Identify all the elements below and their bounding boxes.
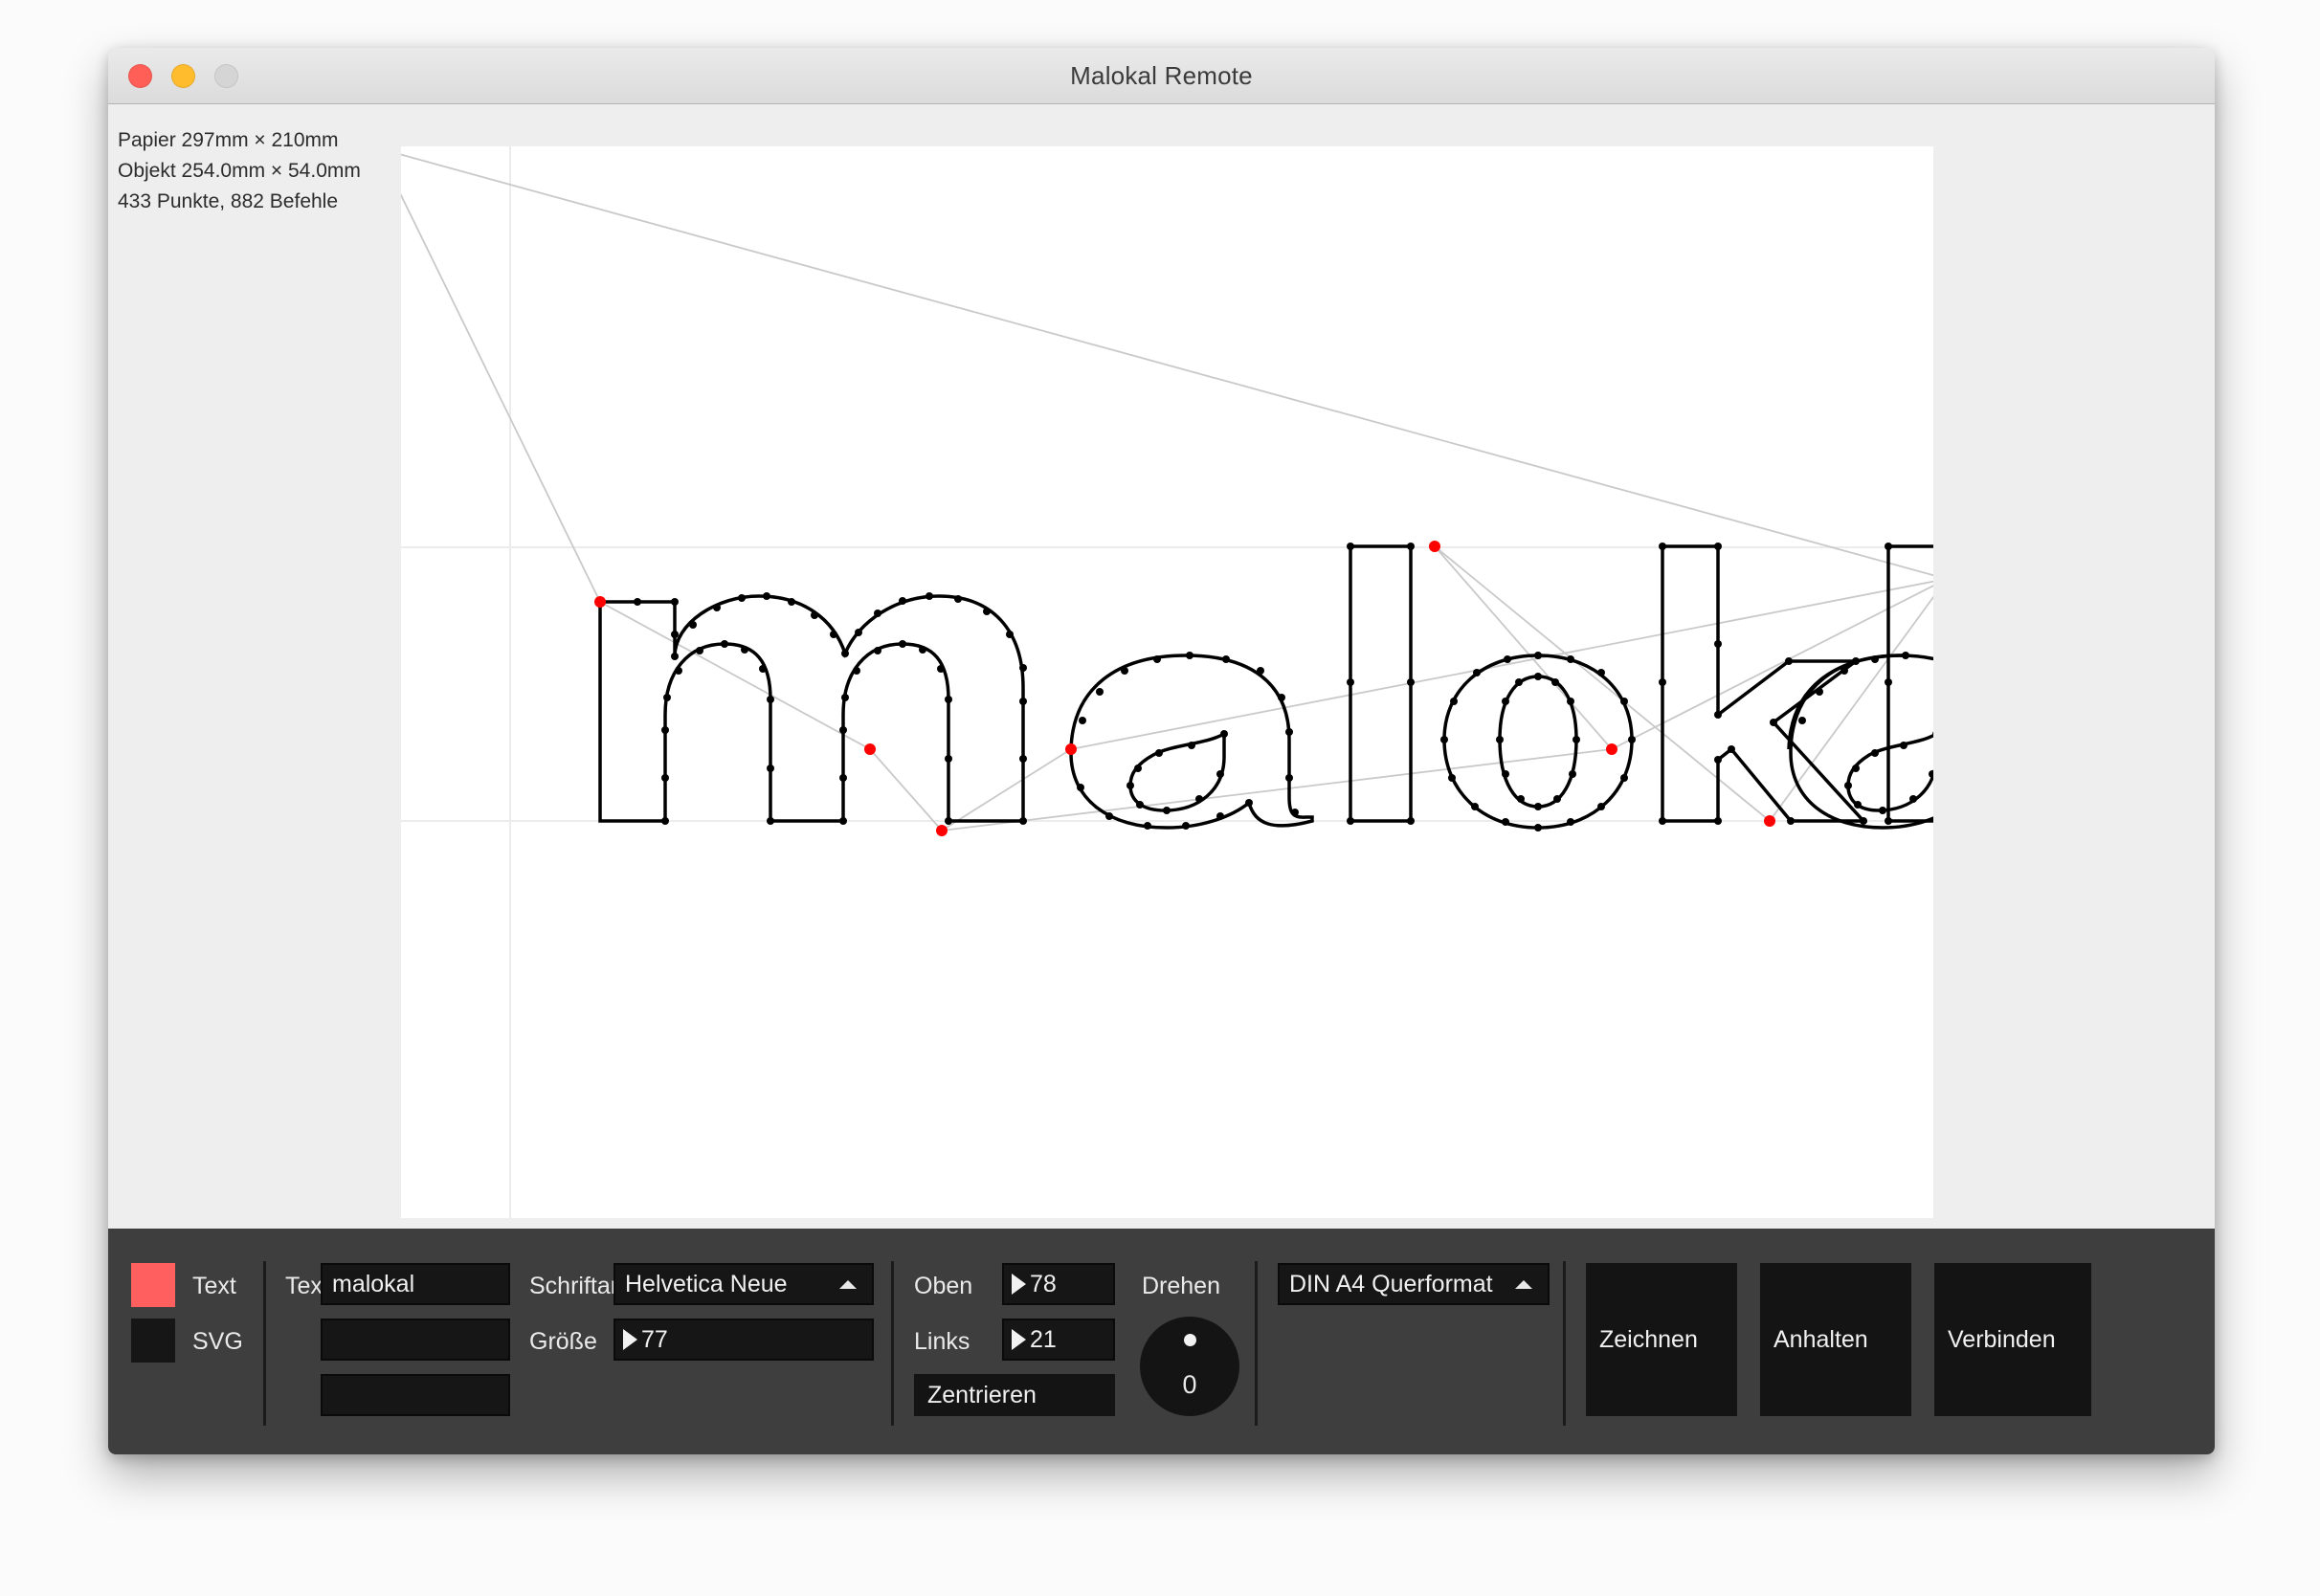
paper-format-value: DIN A4 Querformat [1289, 1270, 1493, 1297]
top-offset-label: Oben [914, 1273, 973, 1299]
left-offset-stepper[interactable]: 21 [1002, 1319, 1115, 1361]
rotate-value: 0 [1182, 1370, 1197, 1399]
mode-swatch-text[interactable] [131, 1263, 175, 1307]
separator-3 [1255, 1261, 1258, 1426]
paper-size-label: Papier 297mm × 210mm [118, 129, 339, 151]
text-input-line-1[interactable]: malokal [321, 1263, 510, 1305]
document-info: Papier 297mm × 210mm Objekt 254.0mm × 54… [118, 125, 361, 217]
canvas-stage: Papier 297mm × 210mm Objekt 254.0mm × 54… [108, 104, 2215, 1230]
chevron-up-icon [1515, 1280, 1532, 1289]
stepper-arrow-icon[interactable] [1012, 1329, 1026, 1350]
chevron-up-icon [839, 1280, 857, 1289]
text-input-line-2[interactable] [321, 1319, 510, 1361]
font-size-stepper[interactable]: 77 [613, 1319, 874, 1361]
connect-button[interactable]: Verbinden [1934, 1263, 2091, 1416]
text-input-line-1-value: malokal [332, 1270, 415, 1297]
draw-button[interactable]: Zeichnen [1586, 1263, 1737, 1416]
object-size-label: Objekt 254.0mm × 54.0mm [118, 160, 361, 182]
plot-preview[interactable] [401, 146, 1933, 1218]
font-size-label: Größe [529, 1328, 597, 1355]
app-window: Malokal Remote Papier 297mm × 210mm Obje… [108, 48, 2215, 1454]
window-titlebar: Malokal Remote [108, 48, 2215, 104]
points-commands-label: 433 Punkte, 882 Befehle [118, 190, 339, 212]
mode-label-svg[interactable]: SVG [192, 1328, 243, 1356]
paper-format-select[interactable]: DIN A4 Querformat [1278, 1263, 1550, 1305]
separator-1 [263, 1261, 266, 1426]
top-offset-value: 78 [1030, 1270, 1057, 1297]
rotate-dial-handle-icon[interactable] [1184, 1334, 1196, 1346]
separator-2 [891, 1261, 894, 1426]
mode-swatch-svg[interactable] [131, 1319, 175, 1363]
rotate-dial[interactable]: 0 [1140, 1317, 1239, 1416]
font-family-value: Helvetica Neue [625, 1270, 788, 1297]
bottom-toolbar: Text SVG Text malokal Schriftart Helveti… [108, 1229, 2215, 1454]
stepper-arrow-icon[interactable] [623, 1329, 637, 1350]
left-offset-value: 21 [1030, 1325, 1057, 1353]
font-size-value: 77 [641, 1325, 668, 1353]
travel-moves [401, 153, 1933, 831]
guide-lines [401, 146, 1933, 1218]
font-family-select[interactable]: Helvetica Neue [613, 1263, 874, 1305]
font-family-label: Schriftart [529, 1273, 626, 1299]
top-offset-stepper[interactable]: 78 [1002, 1263, 1115, 1305]
stepper-arrow-icon[interactable] [1012, 1274, 1026, 1295]
paper-sheet [401, 146, 1933, 1218]
mode-label-text[interactable]: Text [192, 1273, 236, 1300]
text-input-line-3[interactable] [321, 1374, 510, 1416]
window-title: Malokal Remote [1070, 61, 1253, 90]
rotate-label: Drehen [1142, 1273, 1220, 1299]
left-offset-label: Links [914, 1328, 970, 1355]
center-button[interactable]: Zentrieren [914, 1374, 1115, 1416]
separator-4 [1563, 1261, 1566, 1426]
stop-button[interactable]: Anhalten [1760, 1263, 1911, 1416]
